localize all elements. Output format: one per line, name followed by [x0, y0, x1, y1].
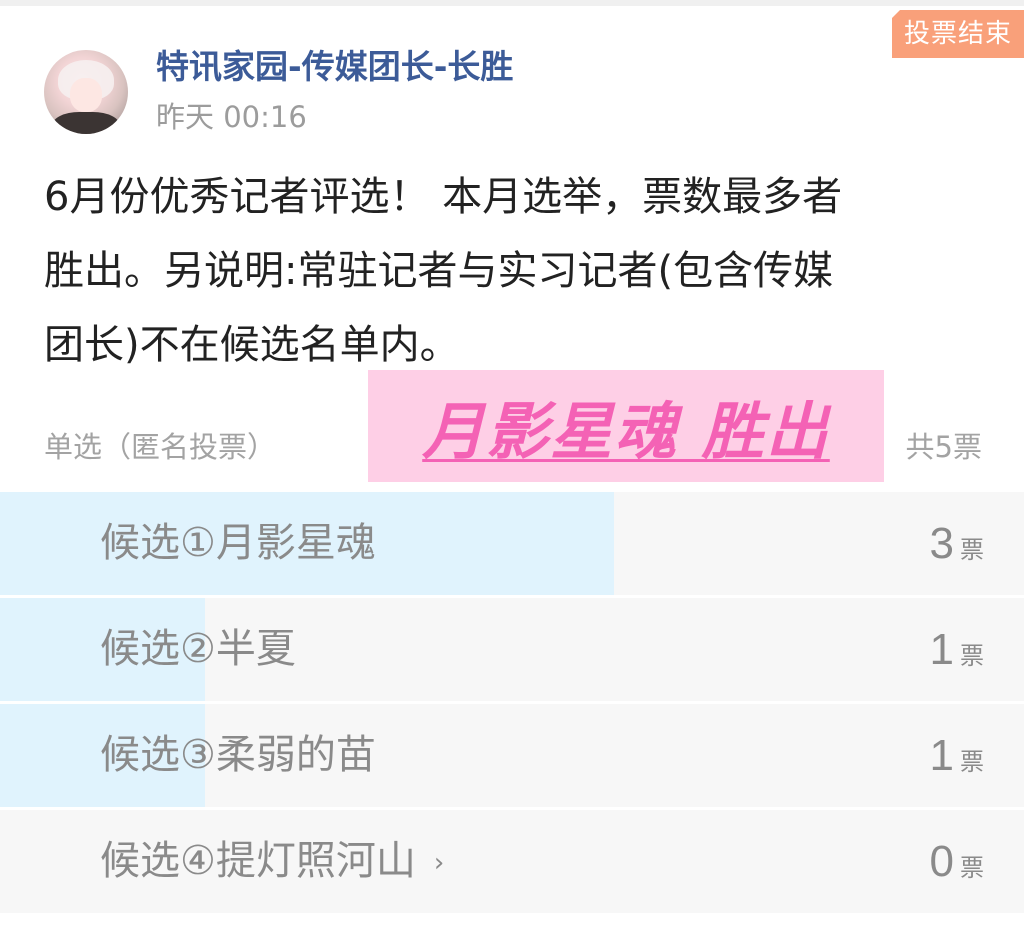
vote-count-unit: 票: [960, 642, 984, 670]
winner-banner: 月影星魂 胜出: [368, 370, 884, 482]
poll-option-count: 0票: [930, 810, 984, 913]
poll-option[interactable]: 候选③柔弱的苗 1票: [0, 704, 1024, 807]
poll-option[interactable]: 候选④提灯照河山 › 0票: [0, 810, 1024, 913]
vote-count-unit: 票: [960, 536, 984, 564]
post-time: 昨天 00:16: [156, 100, 307, 134]
vote-count-number: 1: [929, 625, 954, 674]
post-content-line: 6月份优秀记者评选！ 本月选举，票数最多者: [44, 174, 843, 220]
vote-count-unit: 票: [960, 748, 984, 776]
poll-option-count: 1票: [930, 598, 984, 701]
poll-post-page: 投票结束 特讯家园-传媒团长-长胜 昨天 00:16 6月份优秀记者评选！ 本月…: [0, 0, 1024, 932]
poll-option-count: 1票: [930, 704, 984, 807]
poll-option-label-text: 候选④提灯照河山: [100, 838, 416, 884]
poll-total-votes: 共5票: [905, 430, 982, 464]
poll-status-badge: 投票结束: [892, 10, 1024, 58]
poll-option-count: 3票: [930, 492, 984, 595]
vote-count-number: 1: [929, 731, 954, 780]
author-avatar[interactable]: [44, 50, 128, 134]
avatar-face: [70, 78, 102, 112]
poll-type-label: 单选（匿名投票）: [44, 430, 277, 464]
vote-count-number: 0: [929, 837, 954, 886]
poll-option-label: 候选②半夏: [100, 626, 296, 672]
poll-option-label: 候选③柔弱的苗: [100, 732, 376, 778]
vote-count-unit: 票: [960, 854, 984, 882]
poll-option-label: 候选④提灯照河山 ›: [100, 810, 444, 913]
chevron-right-icon: ›: [433, 847, 445, 878]
author-name[interactable]: 特讯家园-传媒团长-长胜: [156, 40, 513, 88]
post-content: 6月份优秀记者评选！ 本月选举，票数最多者 胜出。另说明:常驻记者与实习记者(包…: [44, 160, 974, 382]
poll-option[interactable]: 候选②半夏 1票: [0, 598, 1024, 701]
post-content-line: 胜出。另说明:常驻记者与实习记者(包含传媒: [44, 248, 834, 294]
poll-option-label: 候选①月影星魂: [100, 520, 376, 566]
poll-options: 候选①月影星魂 3票 候选②半夏 1票 候选③柔弱的苗 1票 候选④提灯照河山 ›…: [0, 492, 1024, 916]
vote-count-number: 3: [929, 519, 954, 568]
avatar-body: [52, 112, 120, 134]
winner-banner-text: 月影星魂 胜出: [422, 395, 830, 468]
top-divider: [0, 0, 1024, 6]
poll-option[interactable]: 候选①月影星魂 3票: [0, 492, 1024, 595]
